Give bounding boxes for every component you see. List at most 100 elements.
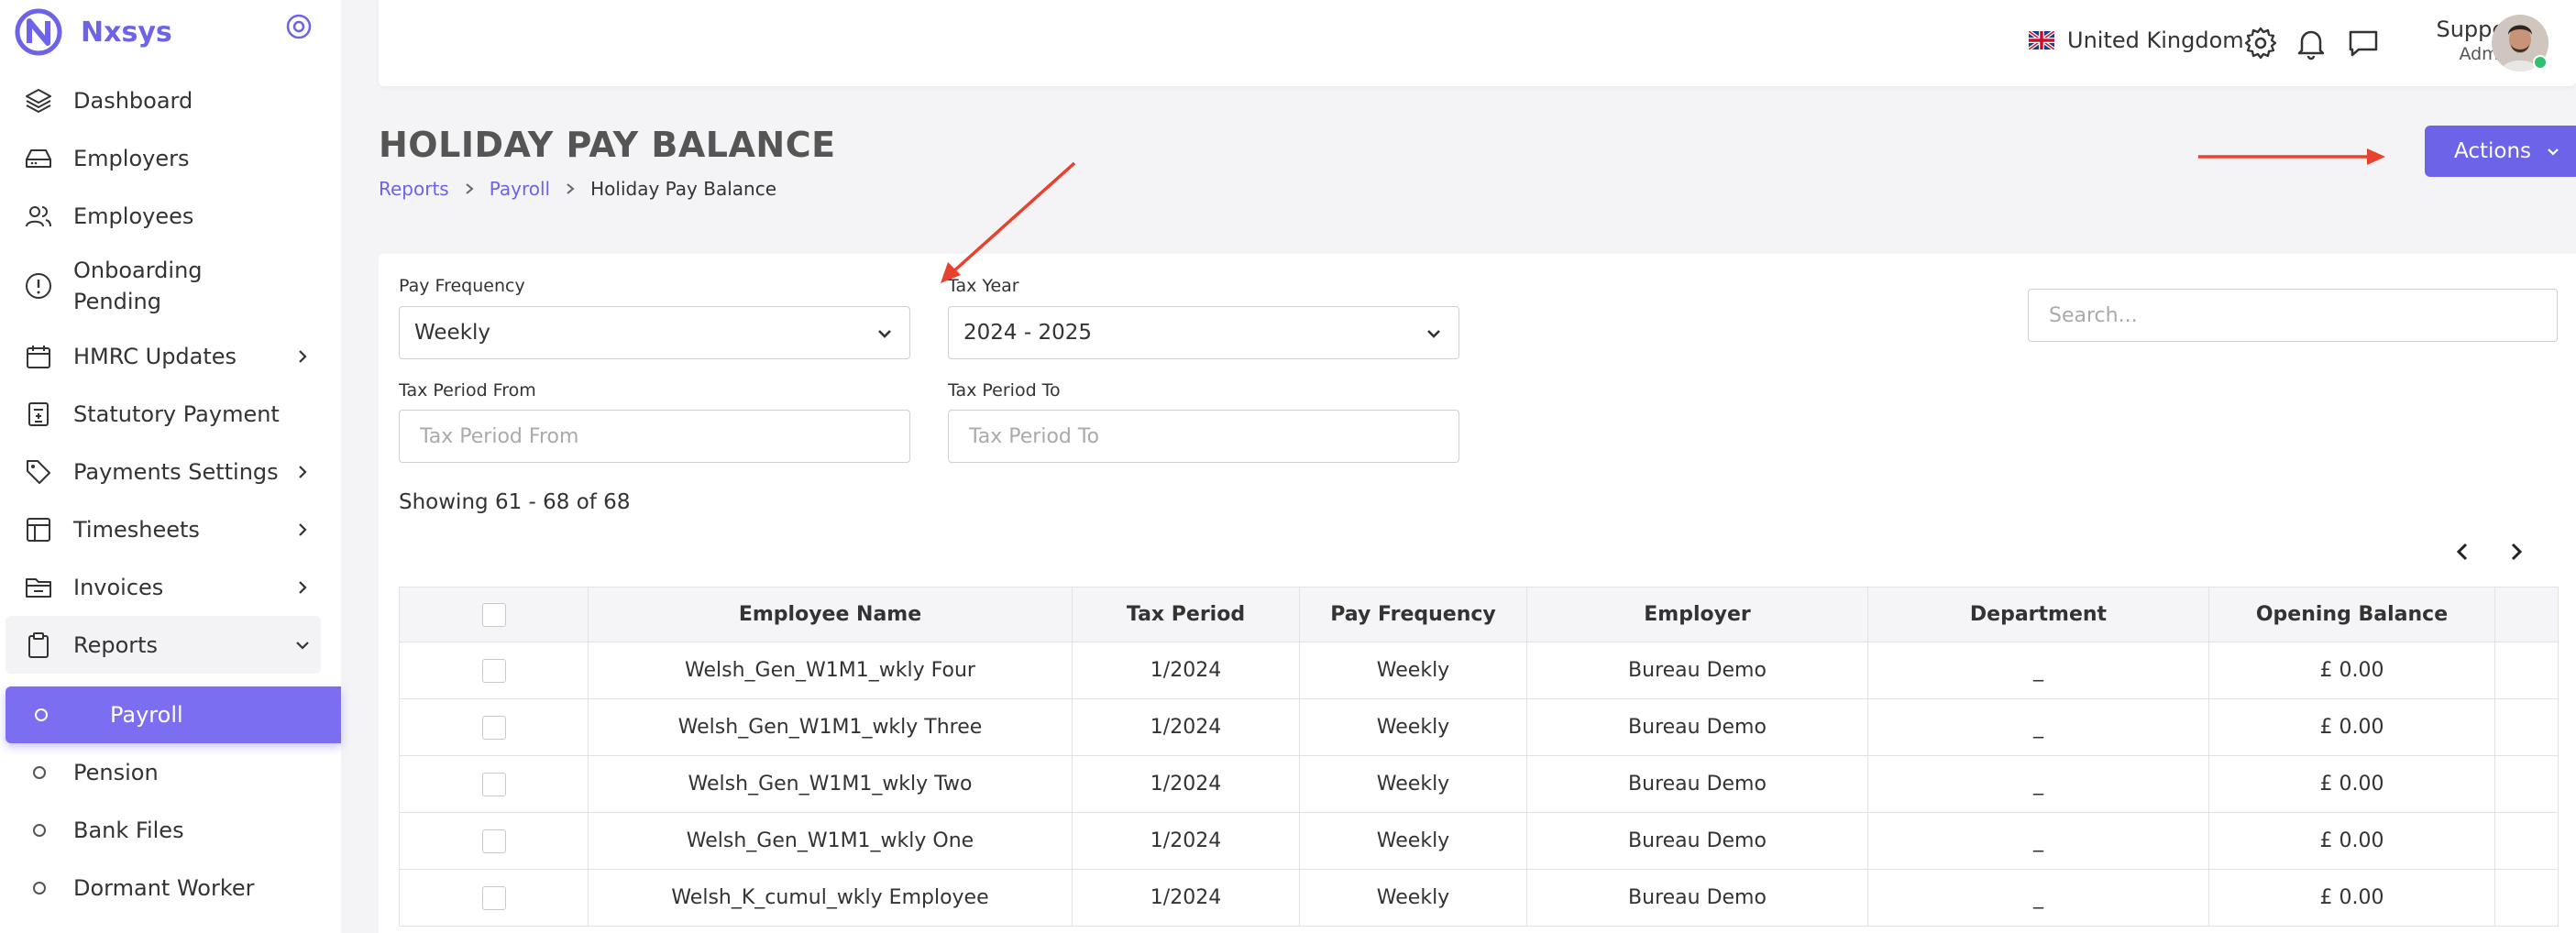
sidebar: Nxsys Dashboard Employers Employees Onbo…	[0, 0, 341, 933]
sidebar-subitem-pension[interactable]: Pension	[0, 743, 341, 801]
sidebar-item-employers[interactable]: Employers	[0, 129, 341, 187]
sidebar-item-hmrc-updates[interactable]: HMRC Updates	[0, 327, 341, 385]
sidebar-item-employees[interactable]: Employees	[0, 187, 341, 245]
sidebar-subitem-dormant-worker[interactable]: Dormant Worker	[0, 859, 341, 917]
sidebar-item-label: Onboarding Pending	[73, 258, 203, 314]
row-checkbox[interactable]	[481, 715, 506, 740]
top-bar: United Kingdom Supper Admin	[379, 0, 2576, 86]
breadcrumb-reports[interactable]: Reports	[379, 178, 449, 200]
chevron-right-icon[interactable]	[2503, 538, 2530, 565]
table-row[interactable]: Welsh_K_cumul_wkly Employee 1/2024 Weekl…	[399, 869, 2559, 927]
cell-tax-period: 1/2024	[1072, 869, 1300, 927]
table-icon	[27, 517, 50, 542]
sidebar-item-label: Employees	[73, 203, 194, 229]
circle-icon	[33, 823, 46, 837]
sidebar-subitem-payroll[interactable]: Payroll	[6, 686, 341, 743]
brand-logo-icon	[15, 8, 62, 56]
tax-year-label: Tax Year	[948, 276, 1019, 296]
pay-frequency-select[interactable]: Weekly	[399, 306, 910, 359]
row-checkbox[interactable]	[481, 885, 506, 910]
chat-icon[interactable]	[2346, 26, 2381, 60]
cell-employee-name: Welsh_Gen_W1M1_wkly Three	[588, 698, 1073, 756]
sidebar-item-invoices[interactable]: Invoices	[0, 558, 341, 616]
brand[interactable]: Nxsys	[15, 7, 172, 57]
cell-overflow	[2494, 642, 2559, 699]
cell-department: _	[1867, 869, 2209, 927]
folder-icon	[26, 577, 51, 598]
sidebar-item-payments-settings[interactable]: Payments Settings	[0, 443, 341, 500]
table-row[interactable]: Welsh_Gen_W1M1_wkly One 1/2024 Weekly Bu…	[399, 812, 2559, 870]
table-row[interactable]: Welsh_Gen_W1M1_wkly Four 1/2024 Weekly B…	[399, 642, 2559, 699]
breadcrumb-payroll[interactable]: Payroll	[490, 178, 550, 200]
chevron-down-icon	[2548, 148, 2559, 156]
chevron-down-icon	[1427, 330, 1440, 338]
chevron-left-icon[interactable]	[2449, 538, 2476, 565]
tax-period-to-input[interactable]	[948, 410, 1459, 463]
select-all-checkbox[interactable]	[481, 602, 506, 627]
sidebar-subitem-label: Bank Files	[73, 817, 184, 843]
search-input[interactable]	[2028, 289, 2558, 342]
sidebar-item-reports[interactable]: Reports	[6, 616, 321, 674]
bell-icon[interactable]	[2294, 26, 2328, 60]
chevron-right-icon	[299, 580, 307, 594]
row-checkbox[interactable]	[481, 829, 506, 853]
sidebar-item-onboarding-pending[interactable]: Onboarding Pending	[0, 245, 341, 327]
cell-opening-balance: £ 0.00	[2208, 642, 2495, 699]
column-header-employee-name[interactable]: Employee Name	[588, 587, 1073, 642]
row-select-cell	[399, 812, 589, 870]
cell-employer: Bureau Demo	[1526, 755, 1868, 813]
sidebar-item-label: HMRC Updates	[73, 343, 237, 369]
column-header-opening-balance[interactable]: Opening Balance	[2208, 587, 2495, 642]
actions-button-label: Actions	[2454, 139, 2532, 163]
country-selector[interactable]: United Kingdom	[2029, 27, 2244, 53]
cell-overflow	[2494, 698, 2559, 756]
row-checkbox[interactable]	[481, 658, 506, 683]
alert-circle-icon	[26, 273, 51, 299]
cell-department: _	[1867, 812, 2209, 870]
report-card: Pay Frequency Weekly Tax Year 2024 - 202…	[379, 254, 2576, 933]
circle-icon	[33, 881, 46, 895]
row-select-cell	[399, 755, 589, 813]
cell-pay-frequency: Weekly	[1299, 869, 1527, 927]
sidebar-item-dashboard[interactable]: Dashboard	[0, 71, 341, 129]
gear-icon[interactable]	[2243, 26, 2278, 60]
cell-opening-balance: £ 0.00	[2208, 812, 2495, 870]
layers-icon	[26, 88, 51, 113]
actions-button[interactable]: Actions	[2425, 126, 2576, 177]
row-select-cell	[399, 869, 589, 927]
table-header-row: Employee Name Tax Period Pay Frequency E…	[399, 587, 2559, 642]
column-header-employer[interactable]: Employer	[1526, 587, 1868, 642]
tag-icon	[27, 459, 50, 484]
cell-department: _	[1867, 755, 2209, 813]
chevron-down-icon	[296, 641, 309, 650]
cell-tax-period: 1/2024	[1072, 812, 1300, 870]
users-icon	[26, 205, 51, 226]
chevron-right-icon	[299, 465, 307, 478]
sidebar-item-label: Statutory Payment	[73, 401, 280, 427]
tax-period-to-label: Tax Period To	[948, 380, 1061, 401]
cell-department: _	[1867, 642, 2209, 699]
sidebar-item-label: Payments Settings	[73, 458, 279, 485]
sidebar-subitem-bank-files[interactable]: Bank Files	[0, 801, 341, 859]
uk-flag-icon	[2029, 31, 2054, 49]
table-row[interactable]: Welsh_Gen_W1M1_wkly Two 1/2024 Weekly Bu…	[399, 755, 2559, 813]
country-label: United Kingdom	[2067, 27, 2244, 53]
column-header-department[interactable]: Department	[1867, 587, 2209, 642]
column-header-pay-frequency[interactable]: Pay Frequency	[1299, 587, 1527, 642]
sidebar-collapse-icon[interactable]	[285, 13, 313, 40]
sidebar-item-statutory-payment[interactable]: Statutory Payment	[0, 385, 341, 443]
row-checkbox[interactable]	[481, 772, 506, 796]
cell-tax-period: 1/2024	[1072, 642, 1300, 699]
pay-frequency-label: Pay Frequency	[399, 276, 525, 296]
clipboard-icon	[28, 631, 49, 658]
circle-icon	[33, 765, 46, 779]
tax-year-select[interactable]: 2024 - 2025	[948, 306, 1459, 359]
sidebar-item-timesheets[interactable]: Timesheets	[0, 500, 341, 558]
tax-period-from-input[interactable]	[399, 410, 910, 463]
table-row[interactable]: Welsh_Gen_W1M1_wkly Three 1/2024 Weekly …	[399, 698, 2559, 756]
cell-employee-name: Welsh_Gen_W1M1_wkly Two	[588, 755, 1073, 813]
column-header-tax-period[interactable]: Tax Period	[1072, 587, 1300, 642]
cell-employer: Bureau Demo	[1526, 869, 1868, 927]
cell-employee-name: Welsh_Gen_W1M1_wkly Four	[588, 642, 1073, 699]
cell-pay-frequency: Weekly	[1299, 812, 1527, 870]
